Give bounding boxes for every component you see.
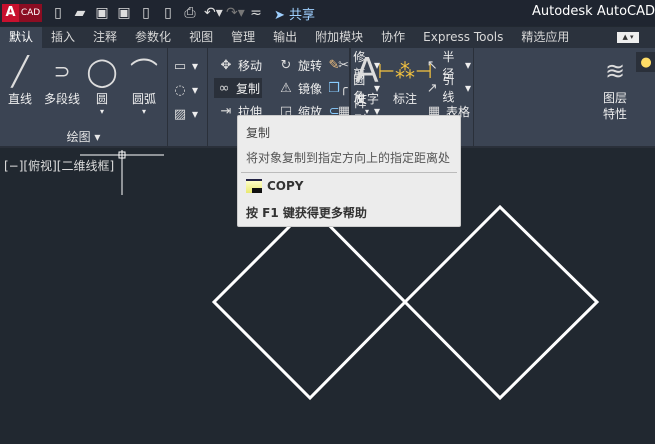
copy-tooltip: 复制 将对象复制到指定方向上的指定距离处 COPY 按 F1 键获得更多帮助: [237, 115, 461, 227]
tooltip-command: COPY: [246, 179, 304, 193]
tooltip-divider: [241, 172, 457, 173]
tooltip-title: 复制: [246, 126, 271, 140]
command-name: COPY: [267, 179, 304, 193]
tooltip-description: 将对象复制到指定方向上的指定距离处: [246, 151, 451, 165]
right-diamond: [402, 204, 600, 401]
viewport-controls[interactable]: [−][俯视][二维线框]: [4, 157, 114, 174]
left-diamond: [211, 203, 408, 401]
command-line-icon: [246, 179, 262, 193]
tooltip-help: 按 F1 键获得更多帮助: [246, 206, 367, 220]
